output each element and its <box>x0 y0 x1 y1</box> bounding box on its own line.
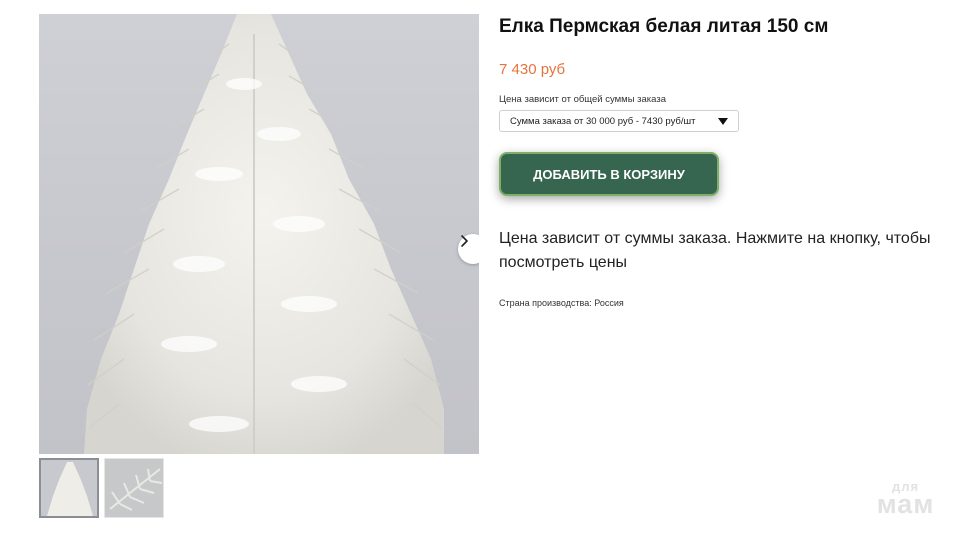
product-title: Елка Пермская белая литая 150 см <box>499 16 829 37</box>
site-watermark-logo: для мам <box>868 480 943 518</box>
add-to-cart-button[interactable]: ДОБАВИТЬ В КОРЗИНУ <box>499 152 719 196</box>
thumbnail-tree-image <box>41 460 97 516</box>
origin-label: Страна производства: <box>499 298 592 308</box>
thumbnail-2[interactable] <box>104 458 164 518</box>
product-main-image[interactable] <box>39 14 479 454</box>
country-of-origin: Страна производства: Россия <box>499 298 624 308</box>
watermark-bottom-text: мам <box>876 489 935 519</box>
caret-down-icon <box>718 118 728 125</box>
product-page: Елка Пермская белая литая 150 см 7 430 р… <box>0 0 955 533</box>
white-christmas-tree-image <box>84 14 444 454</box>
product-description: Цена зависит от суммы заказа. Нажмите на… <box>499 230 931 271</box>
origin-value: Россия <box>594 298 624 308</box>
price-option-select[interactable]: Сумма заказа от 30 000 руб - 7430 руб/шт <box>499 110 739 132</box>
price-option-value: Сумма заказа от 30 000 руб - 7430 руб/шт <box>510 115 696 127</box>
product-price: 7 430 руб <box>499 61 566 78</box>
thumbnail-branch-image <box>105 459 163 517</box>
price-option-label: Цена зависит от общей суммы заказа <box>499 94 666 105</box>
chevron-right-icon <box>461 235 468 247</box>
thumbnail-1[interactable] <box>39 458 99 518</box>
